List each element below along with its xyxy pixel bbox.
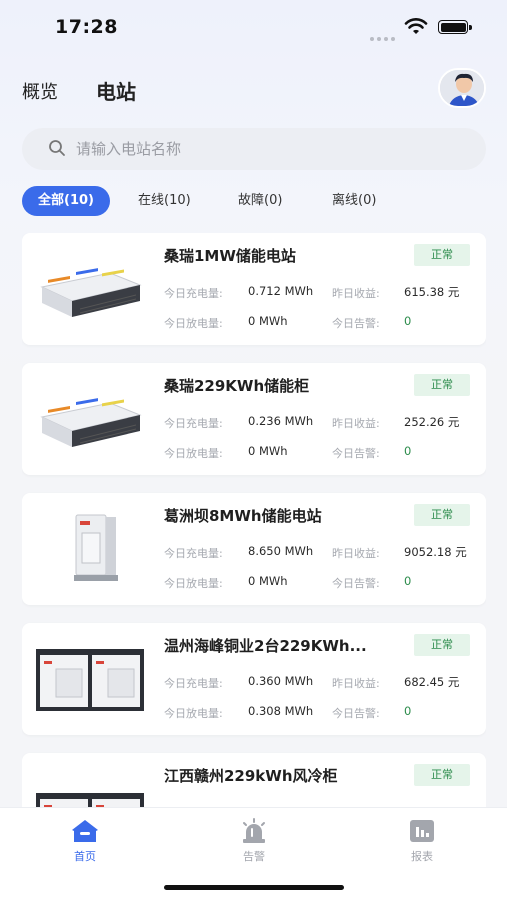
- tab-overview[interactable]: 概览: [22, 78, 58, 104]
- report-icon: [410, 820, 434, 842]
- alarm-value: 0: [404, 314, 412, 328]
- status-time: 17:28: [55, 16, 118, 38]
- wifi-icon: [404, 18, 428, 34]
- charge-label: 今日充电量:: [164, 677, 223, 690]
- filter-online[interactable]: 在线(10): [138, 186, 191, 216]
- station-card[interactable]: 桑瑞1MW储能电站 正常 今日充电量: 0.712 MWh 昨日收益: 615.…: [22, 233, 486, 345]
- income-label: 昨日收益:: [332, 287, 380, 300]
- filter-offline[interactable]: 离线(0): [332, 186, 376, 216]
- station-image: [36, 649, 144, 711]
- discharge-value: 0 MWh: [248, 314, 288, 328]
- home-icon: [72, 820, 98, 842]
- alarm-label: 今日告警:: [332, 447, 380, 460]
- alarm-icon: [243, 818, 265, 843]
- charge-value: 8.650 MWh: [248, 544, 314, 558]
- income-label: 昨日收益:: [332, 417, 380, 430]
- station-card[interactable]: 葛洲坝8MWh储能电站 正常 今日充电量: 8.650 MWh 昨日收益: 90…: [22, 493, 486, 605]
- tab-alarm-label: 告警: [243, 850, 265, 863]
- status-badge: 正常: [414, 504, 470, 526]
- tab-alarm[interactable]: 告警: [224, 818, 284, 864]
- station-image: [40, 398, 142, 447]
- station-card[interactable]: 江西赣州229kWh风冷柜 正常: [22, 753, 486, 807]
- charge-value: 0.236 MWh: [248, 414, 314, 428]
- station-name: 温州海峰铜业2台229KWh...: [164, 637, 367, 655]
- income-label: 昨日收益:: [332, 677, 380, 690]
- discharge-label: 今日放电量:: [164, 577, 223, 590]
- charge-label: 今日充电量:: [164, 287, 223, 300]
- station-card[interactable]: 桑瑞229KWh储能柜 正常 今日充电量: 0.236 MWh 昨日收益: 25…: [22, 363, 486, 475]
- charge-label: 今日充电量:: [164, 417, 223, 430]
- signal-icon: [370, 26, 398, 45]
- discharge-value: 0 MWh: [248, 444, 288, 458]
- status-bar: 17:28: [0, 0, 507, 56]
- alarm-value: 0: [404, 704, 412, 718]
- status-badge: 正常: [414, 634, 470, 656]
- station-name: 江西赣州229kWh风冷柜: [164, 767, 338, 785]
- income-value: 682.45 元: [404, 675, 460, 689]
- discharge-value: 0.308 MWh: [248, 704, 314, 718]
- avatar[interactable]: [438, 68, 486, 108]
- station-list: 桑瑞1MW储能电站 正常 今日充电量: 0.712 MWh 昨日收益: 615.…: [22, 233, 486, 807]
- income-value: 252.26 元: [404, 415, 460, 429]
- station-name: 桑瑞229KWh储能柜: [164, 377, 310, 395]
- tab-home-label: 首页: [74, 850, 96, 863]
- discharge-label: 今日放电量:: [164, 317, 223, 330]
- alarm-label: 今日告警:: [332, 707, 380, 720]
- alarm-value: 0: [404, 444, 412, 458]
- alarm-label: 今日告警:: [332, 577, 380, 590]
- user-avatar-icon: [440, 70, 484, 106]
- search-bar[interactable]: [22, 128, 486, 170]
- discharge-value: 0 MWh: [248, 574, 288, 588]
- charge-value: 0.360 MWh: [248, 674, 314, 688]
- income-value: 9052.18 元: [404, 545, 467, 559]
- battery-icon: [438, 20, 472, 34]
- station-card[interactable]: 温州海峰铜业2台229KWh... 正常 今日充电量: 0.360 MWh 昨日…: [22, 623, 486, 735]
- income-value: 615.38 元: [404, 285, 460, 299]
- charge-value: 0.712 MWh: [248, 284, 314, 298]
- income-label: 昨日收益:: [332, 547, 380, 560]
- filter-fault[interactable]: 故障(0): [238, 186, 282, 216]
- home-indicator: [164, 885, 344, 890]
- station-name: 葛洲坝8MWh储能电站: [164, 507, 322, 525]
- status-badge: 正常: [414, 244, 470, 266]
- station-image: [74, 514, 118, 581]
- discharge-label: 今日放电量:: [164, 707, 223, 720]
- alarm-label: 今日告警:: [332, 317, 380, 330]
- tab-report-label: 报表: [411, 850, 433, 863]
- tab-home[interactable]: 首页: [55, 818, 115, 864]
- tab-report[interactable]: 报表: [392, 818, 452, 864]
- search-input[interactable]: [76, 128, 466, 170]
- station-name: 桑瑞1MW储能电站: [164, 247, 296, 265]
- filter-all[interactable]: 全部(10): [22, 186, 110, 216]
- charge-label: 今日充电量:: [164, 547, 223, 560]
- discharge-label: 今日放电量:: [164, 447, 223, 460]
- status-badge: 正常: [414, 374, 470, 396]
- alarm-value: 0: [404, 574, 412, 588]
- status-badge: 正常: [414, 764, 470, 786]
- station-image: [40, 268, 142, 317]
- station-image: [36, 793, 144, 807]
- tab-stations[interactable]: 电站: [96, 76, 136, 105]
- search-icon: [49, 140, 65, 156]
